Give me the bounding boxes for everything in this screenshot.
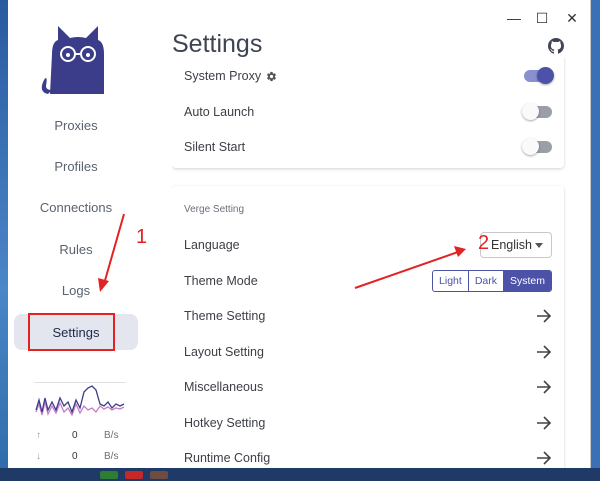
theme-mode-light-button[interactable]: Light xyxy=(433,271,469,291)
github-icon[interactable] xyxy=(548,38,564,54)
nav-item-logs[interactable]: Logs xyxy=(14,272,138,308)
chevron-down-icon xyxy=(535,242,543,248)
runtime-config-label: Runtime Config xyxy=(184,451,271,465)
theme-mode-dark-button[interactable]: Dark xyxy=(469,271,504,291)
system-proxy-row: System Proxy xyxy=(184,58,554,94)
hotkey-setting-label: Hotkey Setting xyxy=(184,416,266,430)
close-button[interactable]: ✕ xyxy=(560,8,584,28)
download-unit: B/s xyxy=(104,451,119,462)
nav-item-proxies[interactable]: Proxies xyxy=(14,107,138,143)
sidebar: Proxies Profiles Connections Rules Logs … xyxy=(8,0,158,468)
download-arrow-icon: ↓ xyxy=(36,451,41,462)
upload-unit: B/s xyxy=(104,430,119,441)
upload-value: 0 xyxy=(72,430,78,441)
taskbar-app-icon[interactable] xyxy=(100,471,118,479)
upload-arrow-icon: ↑ xyxy=(36,430,41,441)
maximize-button[interactable]: ☐ xyxy=(530,8,554,28)
settings-content: System Proxy Auto Launch Silent Start Ve… xyxy=(172,58,566,468)
arrow-right-icon[interactable] xyxy=(536,380,552,394)
system-proxy-label: System Proxy xyxy=(184,69,262,83)
traffic-graph xyxy=(34,382,126,417)
arrow-right-icon[interactable] xyxy=(536,416,552,430)
language-row: Language English xyxy=(184,227,552,263)
language-value: English xyxy=(491,238,532,252)
theme-mode-label: Theme Mode xyxy=(184,274,258,288)
layout-setting-label: Layout Setting xyxy=(184,345,264,359)
theme-mode-toggle: Light Dark System xyxy=(432,270,552,292)
nav-item-connections[interactable]: Connections xyxy=(14,189,138,225)
verge-settings-card: Verge Setting Language English Theme Mod… xyxy=(172,186,564,468)
arrow-right-icon[interactable] xyxy=(536,345,552,359)
taskbar xyxy=(0,468,600,481)
arrow-right-icon[interactable] xyxy=(536,451,552,465)
auto-launch-row: Auto Launch xyxy=(184,94,552,130)
language-label: Language xyxy=(184,238,240,252)
silent-start-switch[interactable] xyxy=(522,138,552,155)
theme-setting-row[interactable]: Theme Setting xyxy=(184,298,552,334)
language-select[interactable]: English xyxy=(480,232,552,258)
miscellaneous-label: Miscellaneous xyxy=(184,380,264,394)
system-proxy-switch[interactable] xyxy=(524,67,554,84)
taskbar-app-icon[interactable] xyxy=(150,471,168,479)
nav-item-settings[interactable]: Settings xyxy=(14,314,138,350)
arrow-right-icon[interactable] xyxy=(536,309,552,323)
cat-logo-icon xyxy=(41,26,104,94)
page-title: Settings xyxy=(172,30,263,58)
app-window: — ☐ ✕ Proxies Profiles Connections Rules… xyxy=(8,0,591,468)
auto-launch-label: Auto Launch xyxy=(184,105,255,119)
theme-mode-system-button[interactable]: System xyxy=(503,271,551,291)
layout-setting-row[interactable]: Layout Setting xyxy=(184,334,552,370)
desktop-background xyxy=(0,0,8,481)
download-value: 0 xyxy=(72,451,78,462)
silent-start-label: Silent Start xyxy=(184,140,246,154)
taskbar-app-icon[interactable] xyxy=(125,471,143,479)
gear-icon[interactable] xyxy=(266,71,277,82)
hotkey-setting-row[interactable]: Hotkey Setting xyxy=(184,405,552,441)
nav-item-profiles[interactable]: Profiles xyxy=(14,148,138,184)
system-settings-card: System Proxy Auto Launch Silent Start xyxy=(172,58,564,168)
nav-item-rules[interactable]: Rules xyxy=(14,231,138,267)
runtime-config-row[interactable]: Runtime Config xyxy=(184,440,552,468)
minimize-button[interactable]: — xyxy=(502,8,526,28)
theme-mode-row: Theme Mode Light Dark System xyxy=(184,263,552,299)
silent-start-row: Silent Start xyxy=(184,129,552,165)
auto-launch-switch[interactable] xyxy=(522,103,552,120)
miscellaneous-row[interactable]: Miscellaneous xyxy=(184,369,552,405)
verge-setting-title: Verge Setting xyxy=(184,204,245,215)
theme-setting-label: Theme Setting xyxy=(184,309,266,323)
